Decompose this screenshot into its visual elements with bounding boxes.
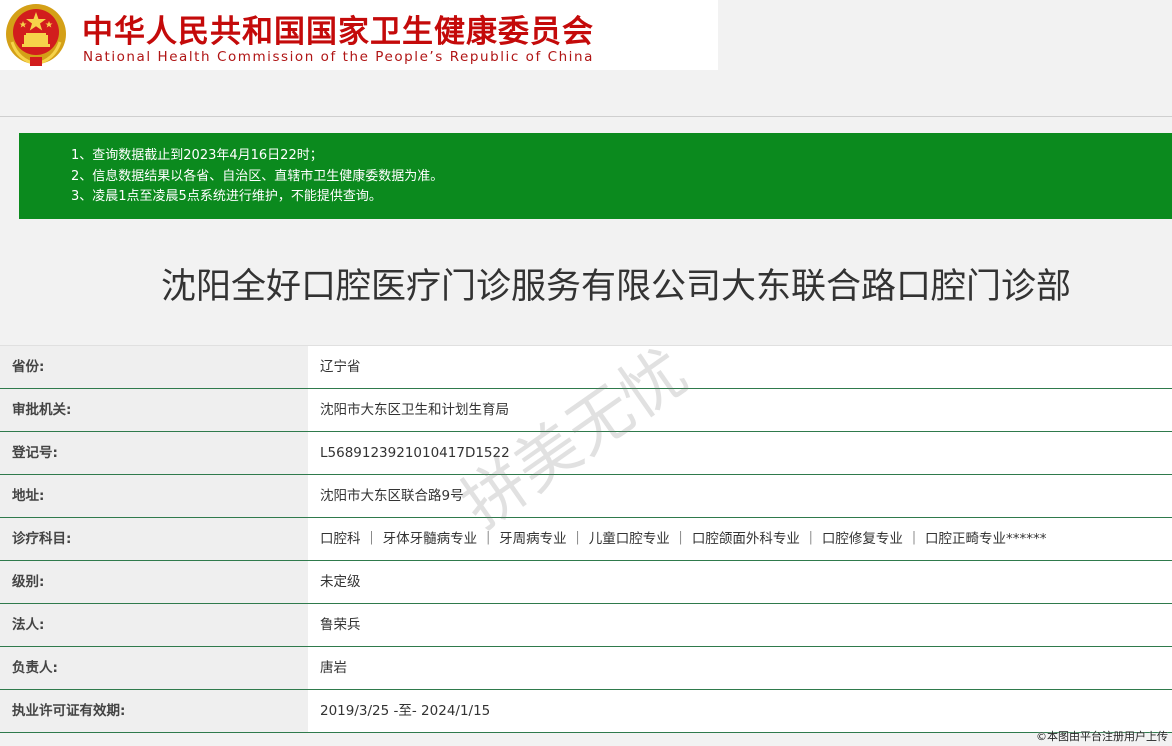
notice-banner: 1、查询数据截止到2023年4月16日22时； 2、信息数据结果以各省、自治区、…: [19, 133, 1172, 219]
detail-label: 审批机关:: [0, 389, 308, 431]
detail-row-license-validity: 执业许可证有效期: 2019/3/25 -至- 2024/1/15: [0, 690, 1172, 733]
notice-line: 3、凌晨1点至凌晨5点系统进行维护，不能提供查询。: [71, 189, 382, 204]
detail-row-province: 省份: 辽宁省: [0, 346, 1172, 389]
site-title-en: National Health Commission of the People…: [83, 49, 594, 65]
notice-line: 2、信息数据结果以各省、自治区、直辖市卫生健康委数据为准。: [71, 168, 444, 184]
detail-label: 负责人:: [0, 647, 308, 689]
detail-value: L5689123921010417D1522: [308, 432, 1172, 474]
detail-row-address: 地址: 沈阳市大东区联合路9号: [0, 475, 1172, 518]
detail-value: 口腔科 ｜ 牙体牙髓病专业 ｜ 牙周病专业 ｜ 儿童口腔专业 ｜ 口腔颌面外科专…: [308, 518, 1172, 560]
detail-label: 省份:: [0, 346, 308, 388]
detail-label: 登记号:: [0, 432, 308, 474]
detail-label: 诊疗科目:: [0, 518, 308, 560]
detail-value: 2019/3/25 -至- 2024/1/15: [308, 690, 1172, 732]
detail-row-approval-authority: 审批机关: 沈阳市大东区卫生和计划生育局: [0, 389, 1172, 432]
header-divider: [0, 116, 1172, 117]
detail-label: 执业许可证有效期:: [0, 690, 308, 732]
detail-value: 沈阳市大东区联合路9号: [308, 475, 1172, 517]
detail-label: 地址:: [0, 475, 308, 517]
detail-row-legal-person: 法人: 鲁荣兵: [0, 604, 1172, 647]
detail-label: 法人:: [0, 604, 308, 646]
upload-credit: ©本图由平台注册用户上传: [1036, 730, 1168, 743]
notice-line: 1、查询数据截止到2023年4月16日22时；: [71, 148, 323, 163]
clinic-name: 沈阳全好口腔医疗门诊服务有限公司大东联合路口腔门诊部: [160, 267, 1071, 307]
detail-label: 级别:: [0, 561, 308, 603]
detail-value: 鲁荣兵: [308, 604, 1172, 646]
site-header: 中华人民共和国国家卫生健康委员会 National Health Commiss…: [0, 0, 718, 70]
detail-value: 辽宁省: [308, 346, 1172, 388]
detail-value: 沈阳市大东区卫生和计划生育局: [308, 389, 1172, 431]
site-title-cn: 中华人民共和国国家卫生健康委员会: [82, 14, 594, 50]
detail-value: 唐岩: [308, 647, 1172, 689]
detail-row-registration-number: 登记号: L5689123921010417D1522: [0, 432, 1172, 475]
detail-value: 未定级: [308, 561, 1172, 603]
national-emblem-icon: [6, 4, 66, 66]
details-table: 省份: 辽宁省 审批机关: 沈阳市大东区卫生和计划生育局 登记号: L56891…: [0, 345, 1172, 733]
detail-row-level: 级别: 未定级: [0, 561, 1172, 604]
detail-row-departments: 诊疗科目: 口腔科 ｜ 牙体牙髓病专业 ｜ 牙周病专业 ｜ 儿童口腔专业 ｜ 口…: [0, 518, 1172, 561]
detail-row-person-in-charge: 负责人: 唐岩: [0, 647, 1172, 690]
